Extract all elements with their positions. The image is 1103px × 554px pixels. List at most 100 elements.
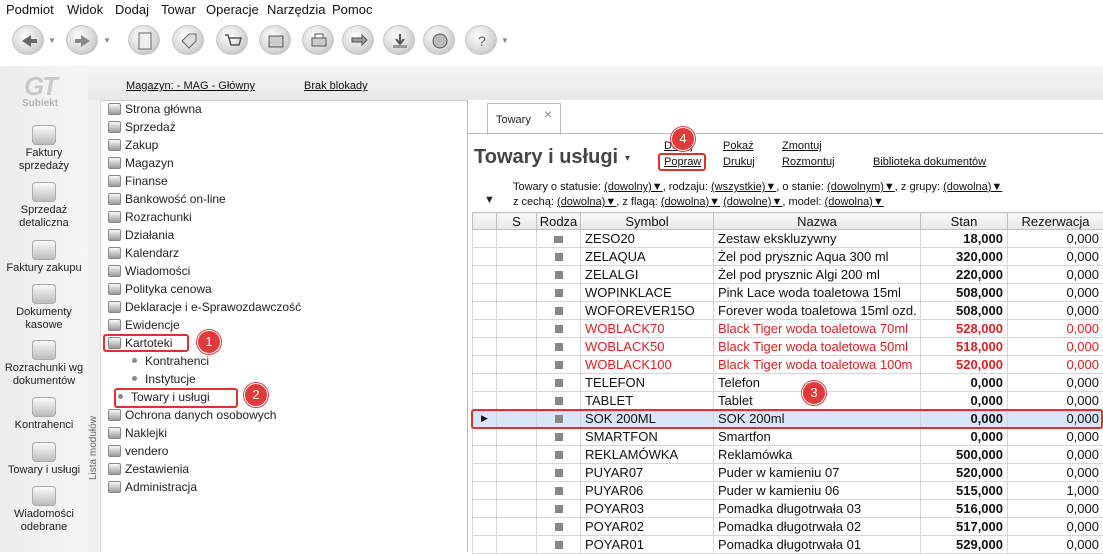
tree-kontrahenci[interactable]: Kontrahenci xyxy=(132,354,209,368)
col-rezerwacja[interactable]: Rezerwacja xyxy=(1008,213,1103,230)
table-row[interactable]: REKLAMÓWKAReklamówka500,0000,000 xyxy=(473,446,1103,464)
table-row[interactable]: TELEFONTelefon0,0000,000 xyxy=(473,374,1103,392)
menu-operacje[interactable]: Operacje xyxy=(206,2,259,17)
document-icon[interactable] xyxy=(128,25,160,55)
tree-splitter[interactable] xyxy=(88,100,101,552)
tree-naklejki[interactable]: Naklejki xyxy=(108,426,167,440)
cell-s xyxy=(497,518,537,536)
menu-dodaj[interactable]: Dodaj xyxy=(115,2,149,17)
menu-widok[interactable]: Widok xyxy=(67,2,103,17)
tree-kalendarz[interactable]: Kalendarz xyxy=(108,246,179,260)
cart-icon[interactable] xyxy=(216,25,248,55)
cell-symbol: REKLAMÓWKA xyxy=(581,446,714,464)
filter-grupa[interactable]: (dowolna)▼ xyxy=(943,181,1002,193)
tree-administracja[interactable]: Administracja xyxy=(108,480,197,494)
menu-towar[interactable]: Towar xyxy=(161,2,196,17)
back-dropdown-icon[interactable]: ▼ xyxy=(48,36,56,45)
tree-ewidencje[interactable]: Ewidencje xyxy=(108,318,180,332)
help-dropdown-icon[interactable]: ▼ xyxy=(501,36,509,45)
tree-sprzedaz[interactable]: Sprzedaż xyxy=(108,120,176,134)
rail-sprzedaz-detaliczna[interactable]: Sprzedaż detaliczna xyxy=(0,182,88,230)
tag-icon[interactable] xyxy=(172,25,204,55)
cell-symbol: TELEFON xyxy=(581,374,714,392)
tree-ochrona-danych[interactable]: Ochrona danych osobowych xyxy=(108,408,276,422)
rail-dokumenty-kasowe[interactable]: Dokumenty kasowe xyxy=(0,284,88,332)
col-stan[interactable]: Stan xyxy=(921,213,1008,230)
rail-kontrahenci[interactable]: Kontrahenci xyxy=(0,397,88,432)
rail-wiadomosci[interactable]: Wiadomości odebrane xyxy=(0,486,88,534)
tree-magazyn[interactable]: Magazyn xyxy=(108,156,174,170)
filter-rodzaj[interactable]: (wszystkie)▼ xyxy=(711,181,776,193)
table-row[interactable]: PUYAR07Puder w kamieniu 07520,0000,000 xyxy=(473,464,1103,482)
tree-finanse[interactable]: Finanse xyxy=(108,174,168,188)
table-row[interactable]: TABLETTablet0,0000,000 xyxy=(473,392,1103,410)
tab-towary[interactable]: Towary × xyxy=(487,103,561,133)
table-row[interactable]: PUYAR06Puder w kamieniu 06515,0001,000 xyxy=(473,482,1103,500)
tree-polityka-cenowa[interactable]: Polityka cenowa xyxy=(108,282,212,296)
transfer-icon[interactable] xyxy=(342,25,374,55)
lock-status-link[interactable]: Brak blokady xyxy=(304,80,368,92)
col-rodzaj[interactable]: Rodza xyxy=(537,213,581,230)
table-row[interactable]: ZELALGIŻel pod prysznic Algi 200 ml220,0… xyxy=(473,266,1103,284)
help-icon[interactable]: ? xyxy=(465,25,497,55)
back-icon[interactable] xyxy=(12,25,44,55)
set-kind-icon xyxy=(554,236,563,243)
filter-stan[interactable]: (dowolnym)▼ xyxy=(827,181,895,193)
printer-icon[interactable] xyxy=(302,25,334,55)
filter-cecha[interactable]: (dowolna)▼ xyxy=(557,196,616,208)
disassemble-button[interactable]: Rozmontuj xyxy=(782,156,835,168)
tree-deklaracje[interactable]: Deklaracje i e-Sprawozdawczość xyxy=(108,300,301,314)
rail-towary[interactable]: Towary i usługi xyxy=(0,442,88,477)
tree-bankowosc[interactable]: Bankowość on-line xyxy=(108,192,226,206)
tree-dzialania[interactable]: Działania xyxy=(108,228,174,242)
menu-podmiot[interactable]: Podmiot xyxy=(6,2,54,17)
tree-strona-glowna[interactable]: Strona główna xyxy=(108,102,202,116)
table-row[interactable]: WOBLACK70Black Tiger woda toaletowa 70ml… xyxy=(473,320,1103,338)
filter-oznaczenie[interactable]: (dowolne)▼ xyxy=(723,196,782,208)
rail-faktury-zakupu[interactable]: Faktury zakupu xyxy=(0,240,88,275)
table-row[interactable]: ZESO20Zestaw ekskluzywny18,0000,000 xyxy=(473,230,1103,248)
tree-zakup[interactable]: Zakup xyxy=(108,138,158,152)
tree-vendero[interactable]: vendero xyxy=(108,444,168,458)
filter-status[interactable]: (dowolny)▼ xyxy=(604,181,663,193)
col-symbol[interactable]: Symbol xyxy=(581,213,714,230)
filter-flaga[interactable]: (dowolna)▼ xyxy=(661,196,720,208)
menu-narzedzia[interactable]: Narzędzia xyxy=(267,2,326,17)
warehouse-selector[interactable]: Magazyn: - MAG - Główny xyxy=(126,80,255,92)
table-row[interactable]: WOPINKLACEPink Lace woda toaletowa 15ml5… xyxy=(473,284,1103,302)
package-icon[interactable] xyxy=(259,25,291,55)
rail-faktury-sprzedazy[interactable]: Faktury sprzedaży xyxy=(0,125,88,173)
tree-wiadomosci[interactable]: Wiadomości xyxy=(108,264,190,278)
tree-rozrachunki[interactable]: Rozrachunki xyxy=(108,210,192,224)
tree-zestawienia[interactable]: Zestawienia xyxy=(108,462,189,476)
table-row[interactable]: POYAR01Pomadka długotrwała 01529,0000,00… xyxy=(473,536,1103,554)
table-row[interactable]: ZELAQUAŻel pod prysznic Aqua 300 ml320,0… xyxy=(473,248,1103,266)
table-row[interactable]: SMARTFONSmartfon0,0000,000 xyxy=(473,428,1103,446)
rail-rozrachunki[interactable]: Rozrachunki wg dokumentów xyxy=(0,340,88,388)
filter-model[interactable]: (dowolna)▼ xyxy=(825,196,884,208)
close-icon[interactable]: × xyxy=(544,106,552,122)
collapse-filters-icon[interactable]: ▼ xyxy=(484,194,495,206)
table-row[interactable]: POYAR03Pomadka długotrwała 03516,0000,00… xyxy=(473,500,1103,518)
title-dropdown-icon[interactable]: ▾ xyxy=(625,153,630,164)
table-row[interactable]: POYAR02Pomadka długotrwała 02517,0000,00… xyxy=(473,518,1103,536)
assemble-button[interactable]: Zmontuj xyxy=(782,140,822,152)
forward-dropdown-icon[interactable]: ▼ xyxy=(103,36,111,45)
reports-icon xyxy=(108,463,121,475)
globe-icon[interactable] xyxy=(423,25,455,55)
bullet-icon xyxy=(132,358,137,363)
forward-icon[interactable] xyxy=(66,25,98,55)
menu-pomoc[interactable]: Pomoc xyxy=(332,2,372,17)
print-button[interactable]: Drukuj xyxy=(723,156,755,168)
import-icon[interactable] xyxy=(383,25,415,55)
table-row[interactable]: WOFOREVER15OForever woda toaletowa 15ml … xyxy=(473,302,1103,320)
row-indicator xyxy=(473,284,497,302)
table-row[interactable]: WOBLACK100Black Tiger woda toaletowa 100… xyxy=(473,356,1103,374)
show-button[interactable]: Pokaż xyxy=(723,140,754,152)
col-s[interactable]: S xyxy=(497,213,537,230)
tree-instytucje[interactable]: Instytucje xyxy=(132,372,196,386)
col-nazwa[interactable]: Nazwa xyxy=(714,213,921,230)
cell-kind xyxy=(537,374,581,392)
table-row[interactable]: WOBLACK50Black Tiger woda toaletowa 50ml… xyxy=(473,338,1103,356)
document-library-button[interactable]: Biblioteka dokumentów xyxy=(873,156,986,168)
